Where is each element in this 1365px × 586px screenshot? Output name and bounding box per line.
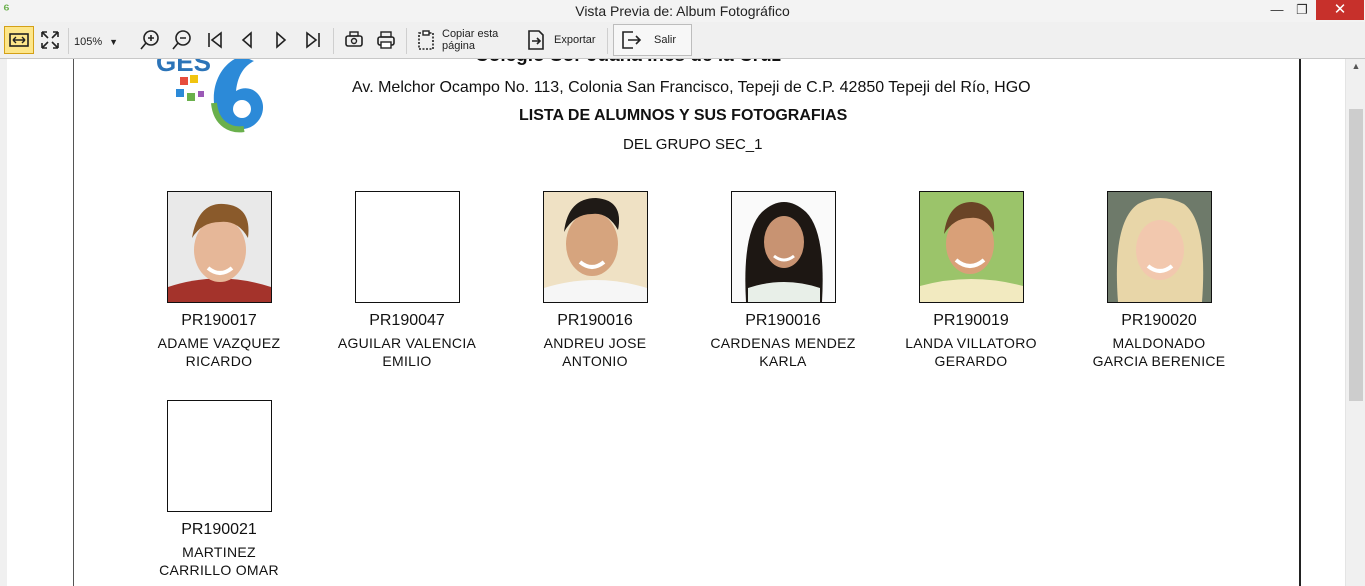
first-page-icon	[208, 31, 222, 49]
student-name-line2: GARCIA BERENICE	[1092, 353, 1226, 369]
student-name-line1: LANDA VILLATORO	[905, 335, 1037, 351]
last-page-button[interactable]	[300, 26, 326, 54]
student-code: PR190017	[181, 312, 257, 329]
copy-page-label-2: página	[442, 40, 476, 52]
clipboard-icon	[418, 30, 434, 50]
student-card: PR190019 LANDA VILLATORO GERARDO	[881, 191, 1061, 370]
export-icon	[528, 30, 544, 50]
school-logo: GES	[154, 59, 264, 141]
close-button[interactable]: ✕	[1316, 0, 1364, 20]
student-name-line2: KARLA	[759, 353, 807, 369]
student-card: PR190047 AGUILAR VALENCIA EMILIO	[317, 191, 497, 370]
maximize-button[interactable]: ❐	[1288, 0, 1316, 20]
previous-icon	[241, 31, 252, 49]
minimize-button[interactable]: —	[1263, 0, 1291, 20]
logo-text: GES	[156, 59, 211, 77]
student-card: PR190017 ADAME VAZQUEZ RICARDO	[129, 191, 309, 370]
student-name-line2: RICARDO	[185, 353, 253, 369]
preview-viewport[interactable]: GES Colegio Sor Juana Inés de la Cruz Av…	[7, 59, 1345, 586]
student-name-line2: EMILIO	[382, 353, 432, 369]
zoom-out-button[interactable]	[169, 26, 195, 54]
student-card: PR190021 MARTINEZ CARRILLO OMAR	[129, 400, 309, 579]
student-name-line1: MARTINEZ	[182, 544, 256, 560]
student-name-line2: CARRILLO OMAR	[159, 562, 279, 578]
scrollbar-thumb[interactable]	[1349, 109, 1363, 401]
student-code: PR190016	[557, 312, 633, 329]
student-photo	[166, 191, 272, 303]
zoom-value: 105%	[74, 36, 103, 48]
zoom-in-icon	[140, 30, 159, 50]
copy-page-label-1: Copiar esta	[442, 28, 499, 40]
student-card: PR190016 CARDENAS MENDEZ KARLA	[693, 191, 873, 370]
student-code: PR190021	[181, 521, 257, 538]
school-name: Colegio Sor Juana Inés de la Cruz	[475, 59, 781, 67]
exit-button[interactable]: Salir	[613, 24, 692, 56]
report-title: LISTA DE ALUMNOS Y SUS FOTOGRAFIAS	[519, 107, 848, 124]
chevron-down-icon: ▼	[109, 37, 119, 47]
copy-page-button[interactable]: Copiar esta página	[414, 26, 510, 54]
print-setup-icon	[345, 31, 363, 47]
printer-icon	[377, 31, 395, 49]
fit-page-button[interactable]	[37, 26, 63, 54]
zoom-select[interactable]: 105% ▼	[74, 32, 124, 52]
student-name-line1: AGUILAR VALENCIA	[337, 335, 477, 351]
student-code: PR190020	[1121, 312, 1197, 329]
student-name-line1: ANDREU JOSE	[543, 335, 647, 351]
previous-page-button[interactable]	[234, 26, 260, 54]
student-name-line2: ANTONIO	[562, 353, 628, 369]
student-name-line1: CARDENAS MENDEZ	[710, 335, 856, 351]
print-button[interactable]	[372, 26, 400, 54]
print-setup-button[interactable]	[340, 26, 368, 54]
student-photo-empty	[354, 191, 460, 303]
next-icon	[276, 31, 287, 49]
student-code: PR190016	[745, 312, 821, 329]
student-photo	[918, 191, 1024, 303]
student-name-line1: MALDONADO	[1112, 335, 1206, 351]
first-page-button[interactable]	[202, 26, 228, 54]
group-title: DEL GRUPO SEC_1	[623, 136, 763, 153]
fit-width-icon	[9, 33, 29, 47]
zoom-out-icon	[172, 30, 191, 50]
student-card: PR190020 MALDONADO GARCIA BERENICE	[1069, 191, 1249, 370]
student-photo	[1106, 191, 1212, 303]
student-name-line1: ADAME VAZQUEZ	[157, 335, 281, 351]
student-card: PR190016 ANDREU JOSE ANTONIO	[505, 191, 685, 370]
title-bar: ⁶ Vista Previa de: Album Fotográfico — ❐…	[0, 0, 1365, 23]
scroll-up-icon[interactable]: ▲	[1346, 61, 1365, 71]
student-code: PR190019	[933, 312, 1009, 329]
student-photo	[542, 191, 648, 303]
expand-icon	[41, 31, 59, 49]
student-name-line2: GERARDO	[934, 353, 1008, 369]
export-label: Exportar	[554, 34, 596, 46]
export-button[interactable]: Exportar	[524, 26, 602, 54]
school-address: Av. Melchor Ocampo No. 113, Colonia San …	[352, 79, 1031, 96]
exit-label: Salir	[654, 34, 677, 46]
student-photo-empty	[166, 400, 272, 512]
student-code: PR190047	[369, 312, 445, 329]
student-photo	[730, 191, 836, 303]
window-title: Vista Previa de: Album Fotográfico	[575, 3, 790, 19]
zoom-in-button[interactable]	[137, 26, 163, 54]
left-gutter	[0, 59, 7, 586]
last-page-icon	[306, 31, 320, 49]
exit-icon	[619, 28, 643, 57]
fit-width-button[interactable]	[4, 26, 34, 54]
next-page-button[interactable]	[268, 26, 294, 54]
vertical-scrollbar[interactable]: ▲	[1345, 59, 1365, 586]
